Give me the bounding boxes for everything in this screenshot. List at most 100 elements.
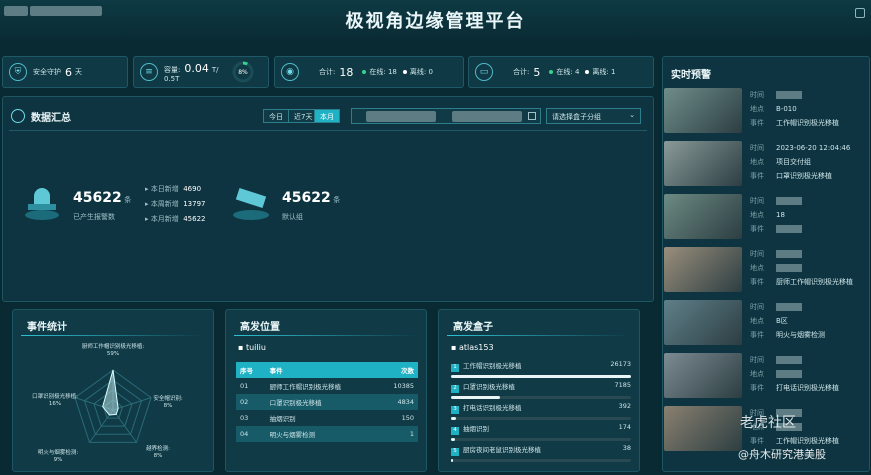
box-row-bar <box>451 375 631 378</box>
radar-label: 明火与烟雾检测: 9% <box>38 448 79 463</box>
chart-icon <box>11 109 25 123</box>
box-row-value: 392 <box>618 402 631 410</box>
alert-time: 时间 <box>750 90 802 100</box>
location-name: ▪ tuiliu <box>238 343 266 352</box>
alert-item[interactable]: 时间地点 B区事件 明火与烟雾检测 <box>662 298 864 347</box>
alert-thumbnail <box>664 194 742 239</box>
alert-event: 事件 打电话识别极光移植 <box>750 384 839 392</box>
table-row: 01 厨师工作帽识别极光移植 10385 <box>240 382 414 391</box>
alert-time: 时间 <box>750 355 802 365</box>
stat-boxes: ▭ 合计: 5 在线: 4 离线: 1 <box>468 56 654 88</box>
realtime-title: 实时预警 <box>671 70 711 81</box>
fullscreen-icon[interactable] <box>855 8 865 18</box>
alert-event: 事件 工作帽识别极光移植 <box>750 437 839 445</box>
today-new: ▸ 本日新增 4690 <box>145 185 202 193</box>
event-stats-panel: 事件统计 厨师工作帽识别极光移植: 59% 安全帽识别: 8% 越界检测: 8% 明火与烟雾… <box>12 309 214 472</box>
alert-thumbnail <box>664 300 742 345</box>
table-row: 03 抽烟识别 150 <box>240 414 414 423</box>
alert-thumbnail <box>664 88 742 133</box>
box-row-bar <box>451 438 631 441</box>
camera-device-icon <box>233 187 269 222</box>
alert-place: 地点 B区 <box>750 317 788 325</box>
radar-label: 安全帽识别: 8% <box>153 394 183 409</box>
alert-item[interactable]: 时间地点 18 事件 <box>662 192 864 241</box>
watermark-line1: 老虎社区 <box>740 415 796 431</box>
box-row-label: 抽烟识别 <box>463 425 489 433</box>
radar-label: 厨师工作帽识别极光移植: 59% <box>82 342 145 357</box>
alert-time: 时间 2023-06-20 12:04:46 <box>750 144 851 152</box>
laptop-icon: ▭ <box>475 63 493 81</box>
camera-icon: ◉ <box>281 63 299 81</box>
radar-series <box>102 369 119 416</box>
radar-chart: 厨师工作帽识别极光移植: 59% 安全帽识别: 8% 越界检测: 8% 明火与烟雾检测: 9%… <box>32 342 183 463</box>
alert-item[interactable]: 时间地点 B-010 事件 工作帽识别极光移植 <box>662 86 864 135</box>
alarm-total: 45622 <box>73 190 122 206</box>
rank-badge: 2 <box>451 385 459 393</box>
box-row-label: 口罩识别极光移植 <box>463 383 515 391</box>
stat-safety: ⛨ 安全守护 6 天 <box>2 56 128 88</box>
capacity-ring: 8% <box>232 61 253 83</box>
alarm-label: 已产生报警数 <box>73 213 115 221</box>
alarm-icon <box>25 186 59 222</box>
alert-thumbnail <box>664 406 742 451</box>
table-row: 04 明火与烟雾检测 1 <box>236 426 418 442</box>
table-row: 02 口罩识别极光移植 4834 <box>236 394 418 410</box>
alert-time: 时间 <box>750 196 802 206</box>
week-new: ▸ 本周新增 13797 <box>145 200 206 208</box>
group-select[interactable]: 请选择盒子分组 ⌄ <box>546 108 641 124</box>
calendar-icon[interactable] <box>528 112 536 120</box>
alert-event: 事件 <box>750 224 802 234</box>
stat-cameras: ◉ 合计: 18 在线: 18 离线: 0 <box>274 56 464 88</box>
header: 极视角边缘管理平台 <box>0 0 871 42</box>
page-title: 极视角边缘管理平台 <box>345 11 526 32</box>
chevron-down-icon: ⌄ <box>629 111 635 119</box>
alert-place: 地点 B-010 <box>750 105 797 113</box>
stat-capacity: ≡ 容量: 0.04 T/ 0.5T 8% <box>133 56 269 88</box>
box-row: 4 抽烟识别 174 <box>451 423 631 444</box>
hot-location-table: 序号 事件 次数 01 厨师工作帽识别极光移植 10385 02 口罩识别极光移植 4834… <box>236 362 418 442</box>
hot-location-title: 高发位置 <box>240 322 280 333</box>
rank-badge: 3 <box>451 406 459 414</box>
box-row-value: 174 <box>618 423 631 431</box>
radar-label: 越界检测: 8% <box>146 444 170 459</box>
rank-badge: 4 <box>451 427 459 435</box>
alert-thumbnail <box>664 247 742 292</box>
box-row-label: 打电话识别极光移植 <box>463 404 522 412</box>
alert-thumbnail <box>664 141 742 186</box>
default-label: 默认组 <box>282 213 303 221</box>
svg-text:8%: 8% <box>238 69 248 76</box>
alert-place: 地点 项目交付组 <box>750 158 811 166</box>
alert-event: 事件 工作帽识别极光移植 <box>750 119 839 127</box>
box-row-label: 厨房夜间老鼠识别极光移植 <box>463 446 541 454</box>
hot-location-panel: 高发位置 ▪ tuiliu 序号 事件 次数 01 厨师工作帽识别极光移植 10385 … <box>225 309 427 472</box>
alert-place: 地点 18 <box>750 211 785 219</box>
alert-place: 地点 <box>750 263 802 273</box>
watermark-line2: @舟木研究港美股 <box>738 448 826 461</box>
box-row: 5 厨房夜间老鼠识别极光移植 38 <box>451 444 631 465</box>
box-name: ▪ atlas153 <box>451 343 494 352</box>
alert-thumbnail <box>664 353 742 398</box>
hot-box-title: 高发盒子 <box>453 322 493 333</box>
summary-title: 数据汇总 <box>31 113 71 124</box>
box-row: 3 打电话识别极光移植 392 <box>451 402 631 423</box>
box-row-bar <box>451 459 631 462</box>
box-row-label: 工作帽识别极光移植 <box>463 362 522 370</box>
alert-time: 时间 <box>750 302 802 312</box>
alert-item[interactable]: 时间 地点 事件 厨师工作帽识别极光移植 <box>662 245 864 294</box>
date-range-input[interactable] <box>351 108 541 124</box>
alert-event: 事件 明火与烟雾检测 <box>750 331 825 339</box>
range-today[interactable]: 今日 <box>263 109 289 123</box>
box-row-value: 26173 <box>610 360 631 368</box>
event-stats-title: 事件统计 <box>27 322 67 333</box>
range-month[interactable]: 本月 <box>314 109 340 123</box>
database-icon: ≡ <box>140 63 158 81</box>
box-row-value: 7185 <box>614 381 631 389</box>
alert-event: 事件 厨师工作帽识别极光移植 <box>750 278 853 286</box>
rank-badge: 1 <box>451 364 459 372</box>
shield-icon: ⛨ <box>9 63 27 81</box>
alert-item[interactable]: 时间 地点 事件 打电话识别极光移植 <box>662 351 864 400</box>
hot-box-panel: 高发盒子 ▪ atlas153 1 工作帽识别极光移植 26173 2 口罩识别极光移植… <box>438 309 640 472</box>
rank-badge: 5 <box>451 448 459 456</box>
alert-item[interactable]: 时间 2023-06-20 12:04:46 地点 项目交付组 事件 口罩识别极光移植 <box>662 139 864 188</box>
box-row-value: 38 <box>622 444 631 452</box>
